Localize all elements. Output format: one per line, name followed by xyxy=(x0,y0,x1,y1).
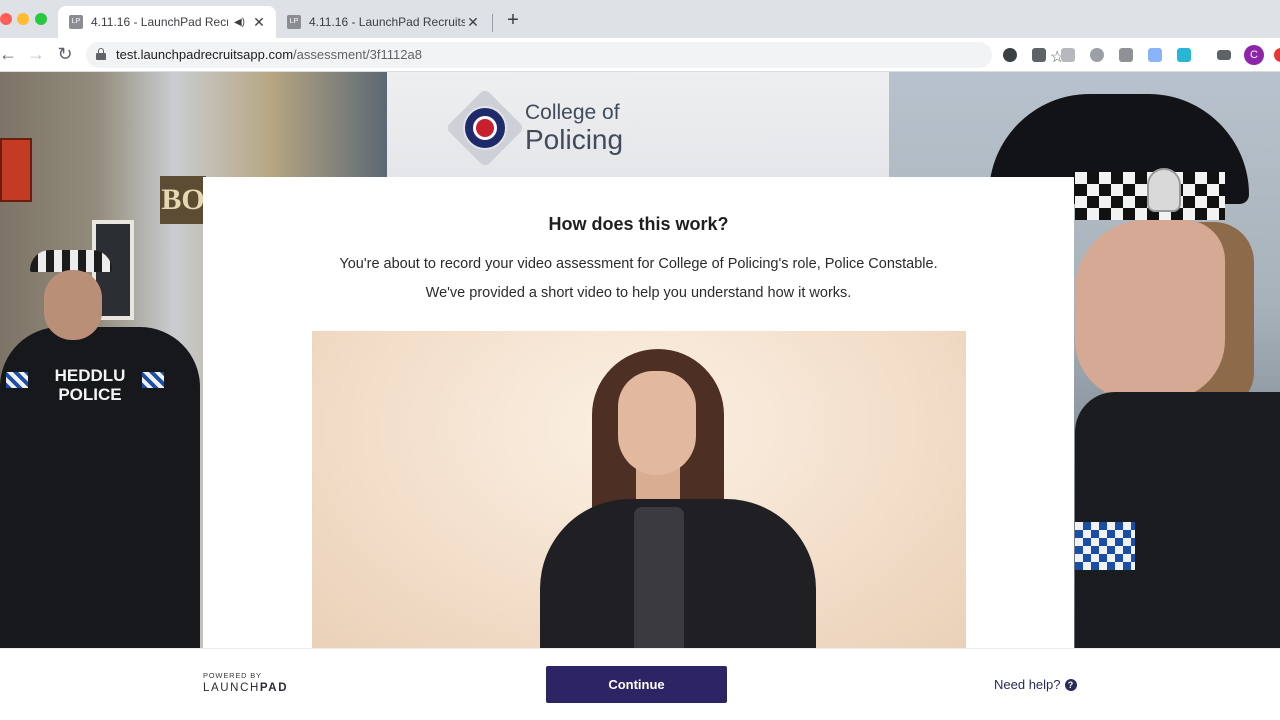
officer-face xyxy=(1075,220,1225,400)
page-title: How does this work? xyxy=(548,214,729,234)
logo-line-1: College of xyxy=(525,101,620,124)
lock-icon[interactable] xyxy=(96,48,106,60)
cap-badge-icon xyxy=(1147,168,1181,212)
launchpad-favicon-icon: LP xyxy=(287,15,301,29)
presenter-face xyxy=(618,371,696,475)
intro-video-player[interactable] xyxy=(312,331,966,648)
video-help-text: We've provided a short video to help you… xyxy=(425,285,852,301)
browser-tab-inactive[interactable]: LP 4.11.16 - LaunchPad Recruits ✕ xyxy=(276,6,490,38)
browser-tab-active[interactable]: LP 4.11.16 - LaunchPad Recru ◀︎) ✕ xyxy=(58,6,276,38)
forward-arrow-icon[interactable]: → xyxy=(26,44,46,65)
extension-icon[interactable] xyxy=(1003,48,1017,62)
officer-head xyxy=(44,270,102,340)
need-help-label: Need help? xyxy=(994,677,1061,692)
back-arrow-icon[interactable]: ← xyxy=(0,44,18,65)
reload-icon[interactable]: ↻ xyxy=(55,44,75,65)
extension-icon[interactable] xyxy=(1274,48,1280,62)
page-footer: POWERED BY LAUNCHPAD Continue Need help?… xyxy=(0,648,1280,720)
tab-close-icon[interactable]: ✕ xyxy=(251,14,267,31)
window-close-button[interactable] xyxy=(0,13,12,25)
intro-text: You're about to record your video assess… xyxy=(339,256,938,272)
extension-icon[interactable] xyxy=(1061,48,1075,62)
heddlu-police-label: HEDDLU POLICE xyxy=(40,366,140,404)
extension-icon[interactable] xyxy=(1148,48,1162,62)
url-text[interactable]: test.launchpadrecruitsapp.com/assessment… xyxy=(116,47,422,62)
media-control-icon[interactable] xyxy=(1217,50,1231,60)
extension-puzzle-icon[interactable] xyxy=(1119,48,1133,62)
url-path: /assessment/3f1112a8 xyxy=(293,47,422,62)
hanging-sign: BO xyxy=(160,176,206,224)
speaker-icon[interactable]: ◀︎) xyxy=(234,17,245,28)
browser-toolbar: ← → ↻ test.launchpadrecruitsapp.com/asse… xyxy=(0,38,1280,72)
window-minimize-button[interactable] xyxy=(17,13,29,25)
tab-divider xyxy=(492,14,493,32)
continue-button[interactable]: Continue xyxy=(546,666,727,703)
brand-light: LAUNCH xyxy=(203,682,260,694)
profile-avatar[interactable]: C xyxy=(1244,45,1264,65)
college-of-policing-logo: College of Policing xyxy=(445,88,643,168)
checker-patch xyxy=(6,372,28,388)
assessment-intro-card: How does this work? You're about to reco… xyxy=(203,177,1074,648)
shop-sign xyxy=(0,138,32,202)
question-circle-icon: ? xyxy=(1064,678,1077,691)
officer-uniform xyxy=(1075,392,1280,648)
extension-icon[interactable] xyxy=(1090,48,1104,62)
launchpad-logo: LAUNCHPAD xyxy=(203,682,288,694)
police-crest-icon xyxy=(445,88,525,168)
police-text: POLICE xyxy=(58,385,122,404)
url-host: test.launchpadrecruitsapp.com xyxy=(116,47,294,62)
launchpad-favicon-icon: LP xyxy=(69,15,83,29)
need-help-link[interactable]: Need help? ? xyxy=(994,677,1077,692)
powered-by-label: POWERED BY xyxy=(203,671,262,680)
logo-line-2: Policing xyxy=(525,124,624,155)
tab-close-icon[interactable]: ✕ xyxy=(465,14,481,31)
browser-tab-bar: LP 4.11.16 - LaunchPad Recru ◀︎) ✕ LP 4.… xyxy=(0,0,1280,38)
officer-cap xyxy=(30,250,112,272)
new-tab-button[interactable]: + xyxy=(503,9,523,32)
presenter-top xyxy=(634,507,684,648)
tab-title: 4.11.16 - LaunchPad Recru xyxy=(91,15,228,29)
extension-icon[interactable] xyxy=(1032,48,1046,62)
extension-icon[interactable] xyxy=(1177,48,1191,62)
checker-patch xyxy=(142,372,164,388)
window-maximize-button[interactable] xyxy=(35,13,47,25)
brand-bold: PAD xyxy=(259,682,289,694)
heddlu-text: HEDDLU xyxy=(54,366,126,385)
checker-patch xyxy=(1075,522,1135,570)
address-bar[interactable]: test.launchpadrecruitsapp.com/assessment… xyxy=(86,42,1064,68)
tab-title: 4.11.16 - LaunchPad Recruits xyxy=(309,15,465,29)
header-center-panel: College of Policing xyxy=(387,72,889,177)
logo-wordmark: College of Policing xyxy=(525,101,623,155)
